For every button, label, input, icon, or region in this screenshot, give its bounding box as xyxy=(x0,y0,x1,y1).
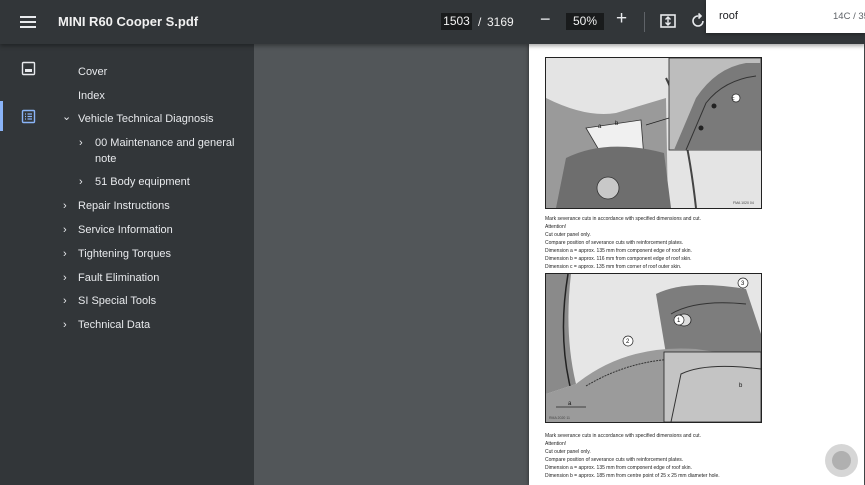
document-title: MINI R60 Cooper S.pdf xyxy=(58,14,199,29)
find-bar: roof 14C / 35 xyxy=(706,0,865,33)
chevron-right-icon: › xyxy=(63,248,67,260)
zoom-out-button[interactable]: − xyxy=(540,9,551,30)
instruction-line: Mark severance cuts in accordance with s… xyxy=(545,216,701,222)
chevron-down-icon: ⌄ xyxy=(62,111,72,123)
chevron-right-icon: › xyxy=(63,319,67,331)
chevron-right-icon: › xyxy=(63,295,67,307)
instruction-line: Dimension c = approx. 135 mm from corner… xyxy=(545,264,682,270)
thumbnail-view-button[interactable] xyxy=(0,53,58,83)
instruction-line: Dimension b = approx. 185 mm from centre… xyxy=(545,473,720,479)
chevron-right-icon: › xyxy=(63,224,67,236)
page-separator: / xyxy=(478,15,482,29)
chevron-right-icon: › xyxy=(63,272,67,284)
find-match-count: 14C / 35 xyxy=(833,11,865,22)
zoom-level-input[interactable]: 50% xyxy=(566,13,604,30)
page-number-input[interactable]: 1503 xyxy=(441,13,472,30)
sidebar-rail xyxy=(0,44,58,485)
active-indicator xyxy=(0,101,3,131)
fig2-code: RMA 2020 11 xyxy=(549,416,570,420)
outline-view-button[interactable] xyxy=(0,101,58,131)
sidebar: Cover Index ⌄ Vehicle Technical Diagnosi… xyxy=(0,44,254,485)
fab-icon xyxy=(832,451,851,470)
floating-action-button[interactable] xyxy=(825,444,858,477)
find-input[interactable]: roof xyxy=(719,10,738,22)
thumbnail-icon xyxy=(21,61,36,76)
figure-roof-cut-bottom: 3 1 2 a b RMA 2020 11 xyxy=(545,273,762,423)
instruction-line: Mark severance cuts in accordance with s… xyxy=(545,433,701,439)
menu-icon[interactable] xyxy=(18,13,40,31)
outline-icon xyxy=(21,109,36,124)
figure-2-illustration: 3 1 2 a b RMA 2020 11 xyxy=(546,274,761,422)
fit-to-page-icon[interactable] xyxy=(659,12,677,30)
chevron-right-icon: › xyxy=(79,176,83,188)
pdf-page: a b c FMA 1020 04 Mark severance cuts in… xyxy=(529,44,864,485)
chevron-right-icon: › xyxy=(79,137,83,149)
chevron-right-icon: › xyxy=(63,200,67,212)
rotate-icon[interactable] xyxy=(689,12,707,30)
toolbar-divider xyxy=(644,12,645,32)
page-total: 3169 xyxy=(487,15,514,29)
zoom-in-button[interactable]: + xyxy=(616,8,627,30)
figure-1-illustration: a b c FMA 1020 04 xyxy=(546,58,761,208)
figure-roof-cut-top: a b c FMA 1020 04 xyxy=(545,57,762,209)
fig1-code: FMA 1020 04 xyxy=(733,201,754,205)
